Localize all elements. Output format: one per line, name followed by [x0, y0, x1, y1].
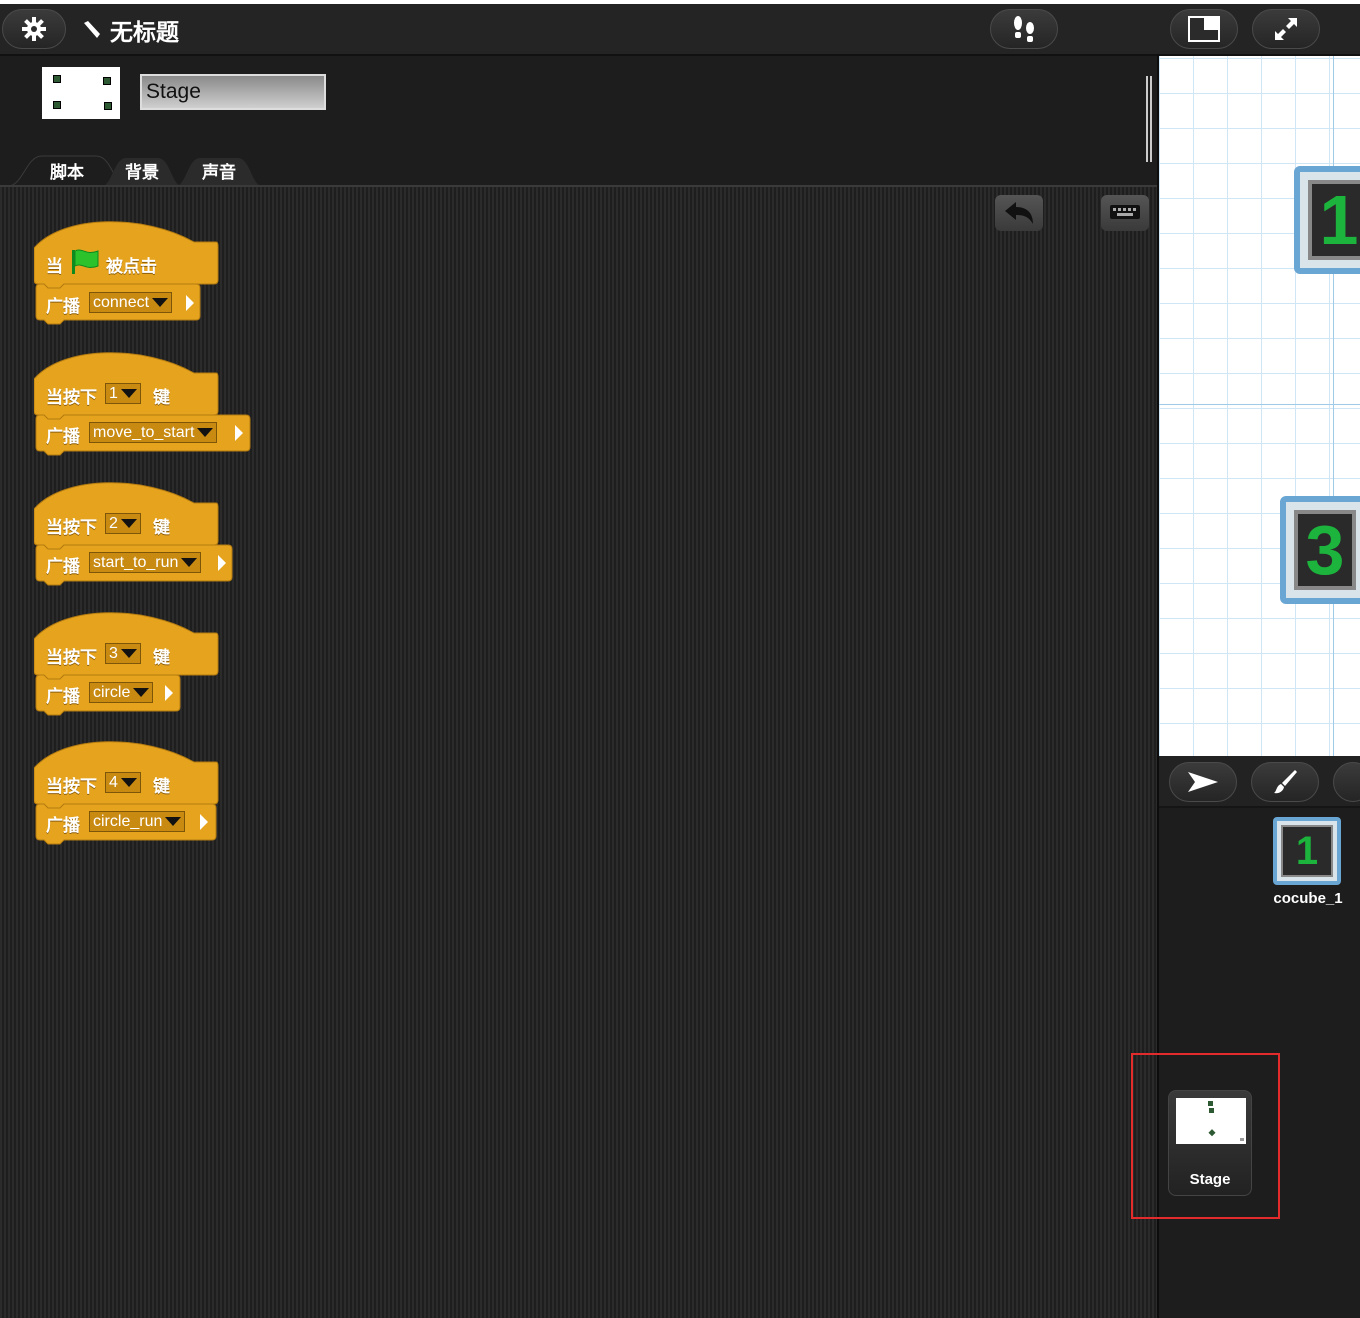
sprite-thumbnail-digit: 1	[1281, 825, 1333, 877]
broadcast-message: circle_run	[93, 813, 163, 830]
stage-canvas[interactable]: 1 3	[1159, 56, 1360, 756]
sprite-name-label[interactable]: cocube_1	[1262, 890, 1354, 907]
hat-suffix: 键	[153, 777, 170, 797]
play-arrow-icon	[186, 295, 194, 311]
key-dropdown[interactable]: 2	[105, 513, 141, 534]
x-axis-line	[1159, 404, 1360, 405]
stage-thumbnail	[42, 67, 120, 119]
sprite-thumbnail[interactable]: 1	[1273, 817, 1341, 885]
more-sprite-button[interactable]	[1333, 762, 1360, 802]
chevron-down-icon	[152, 298, 169, 308]
hat-suffix: 被点击	[106, 257, 157, 277]
tab-sounds-label: 声音	[202, 162, 236, 183]
chevron-down-icon	[120, 778, 137, 788]
key-dropdown[interactable]: 1	[105, 383, 141, 404]
hat-suffix: 键	[153, 518, 170, 538]
hat-prefix: 当按下	[46, 388, 97, 408]
broadcast-message: move_to_start	[93, 424, 195, 441]
header-scrollbar[interactable]	[1146, 76, 1152, 162]
small-stage-icon	[1188, 16, 1220, 42]
chevron-down-icon	[120, 389, 137, 399]
tab-sounds[interactable]: 声音	[176, 154, 262, 186]
chevron-down-icon	[120, 519, 137, 529]
broadcast-message-dropdown[interactable]: move_to_start	[89, 422, 218, 443]
pencil-icon	[84, 21, 100, 38]
key-value: 4	[109, 774, 118, 791]
hat-prefix: 当按下	[46, 518, 97, 538]
fullscreen-button[interactable]	[1252, 9, 1320, 49]
cube-sprite[interactable]: 3	[1280, 496, 1360, 604]
highlight-box	[1131, 1053, 1280, 1219]
broadcast-message: circle	[93, 684, 131, 701]
key-dropdown[interactable]: 4	[105, 772, 141, 793]
settings-button[interactable]	[2, 9, 66, 49]
cube-sprite[interactable]: 1	[1294, 166, 1360, 274]
chevron-down-icon	[133, 688, 150, 698]
broadcast-message-dropdown[interactable]: circle	[89, 682, 154, 703]
key-value: 2	[109, 515, 118, 532]
broadcast-label: 广播	[46, 557, 80, 577]
app-window: 无标题 Stage 脚本 背景 声音 当 被点击 广播 connect 当按下 …	[0, 4, 1360, 1318]
project-title-text: 无标题	[110, 20, 179, 46]
keyboard-button[interactable]	[1101, 195, 1149, 231]
chevron-down-icon	[120, 649, 137, 659]
undo-button[interactable]	[995, 195, 1043, 231]
broadcast-message-dropdown[interactable]: start_to_run	[89, 552, 202, 573]
y-axis-line	[1333, 56, 1334, 756]
chevron-down-icon	[197, 428, 214, 438]
play-arrow-icon	[218, 555, 226, 571]
chevron-down-icon	[181, 558, 198, 568]
broadcast-message: start_to_run	[93, 554, 179, 571]
key-value: 1	[109, 385, 118, 402]
broadcast-label: 广播	[46, 427, 80, 447]
cube-digit: 3	[1294, 510, 1356, 590]
hat-suffix: 键	[153, 648, 170, 668]
play-arrow-icon	[200, 814, 208, 830]
tab-backdrops[interactable]: 背景	[102, 154, 182, 186]
chevron-down-icon	[165, 817, 182, 827]
cube-digit: 1	[1308, 180, 1360, 260]
gear-icon	[22, 17, 46, 41]
broadcast-message-dropdown[interactable]: connect	[89, 292, 173, 313]
broadcast-label: 广播	[46, 687, 80, 707]
choose-sprite-button[interactable]	[1169, 762, 1237, 802]
footsteps-icon	[1014, 16, 1034, 42]
arrow-pointer-icon	[1188, 772, 1218, 792]
key-value: 3	[109, 645, 118, 662]
play-arrow-icon	[235, 425, 243, 441]
turbo-button[interactable]	[990, 9, 1058, 49]
small-stage-button[interactable]	[1170, 9, 1238, 49]
hat-prefix: 当	[46, 257, 63, 277]
tab-backdrops-label: 背景	[125, 162, 159, 183]
hat-prefix: 当按下	[46, 648, 97, 668]
broadcast-message-dropdown[interactable]: circle_run	[89, 811, 186, 832]
sprite-toolbar	[1159, 756, 1360, 808]
play-arrow-icon	[165, 685, 173, 701]
scripts-area[interactable]: 当 被点击 广播 connect 当按下 1 键 广播 move_to_star…	[0, 187, 1157, 1318]
hat-suffix: 键	[153, 388, 170, 408]
undo-icon	[1005, 202, 1033, 224]
tab-scripts-label: 脚本	[50, 162, 84, 183]
hat-prefix: 当按下	[46, 777, 97, 797]
broadcast-message: connect	[93, 294, 150, 311]
paint-sprite-button[interactable]	[1251, 762, 1319, 802]
top-bar: 无标题	[0, 4, 1360, 56]
key-dropdown[interactable]: 3	[105, 643, 141, 664]
broadcast-label: 广播	[46, 816, 80, 836]
green-flag-icon	[72, 249, 99, 274]
sprite-name-input[interactable]	[140, 74, 326, 110]
fullscreen-icon	[1275, 18, 1297, 40]
keyboard-icon	[1110, 205, 1140, 219]
project-title[interactable]: 无标题	[80, 13, 179, 47]
broadcast-label: 广播	[46, 297, 80, 317]
paintbrush-icon	[1274, 770, 1297, 794]
